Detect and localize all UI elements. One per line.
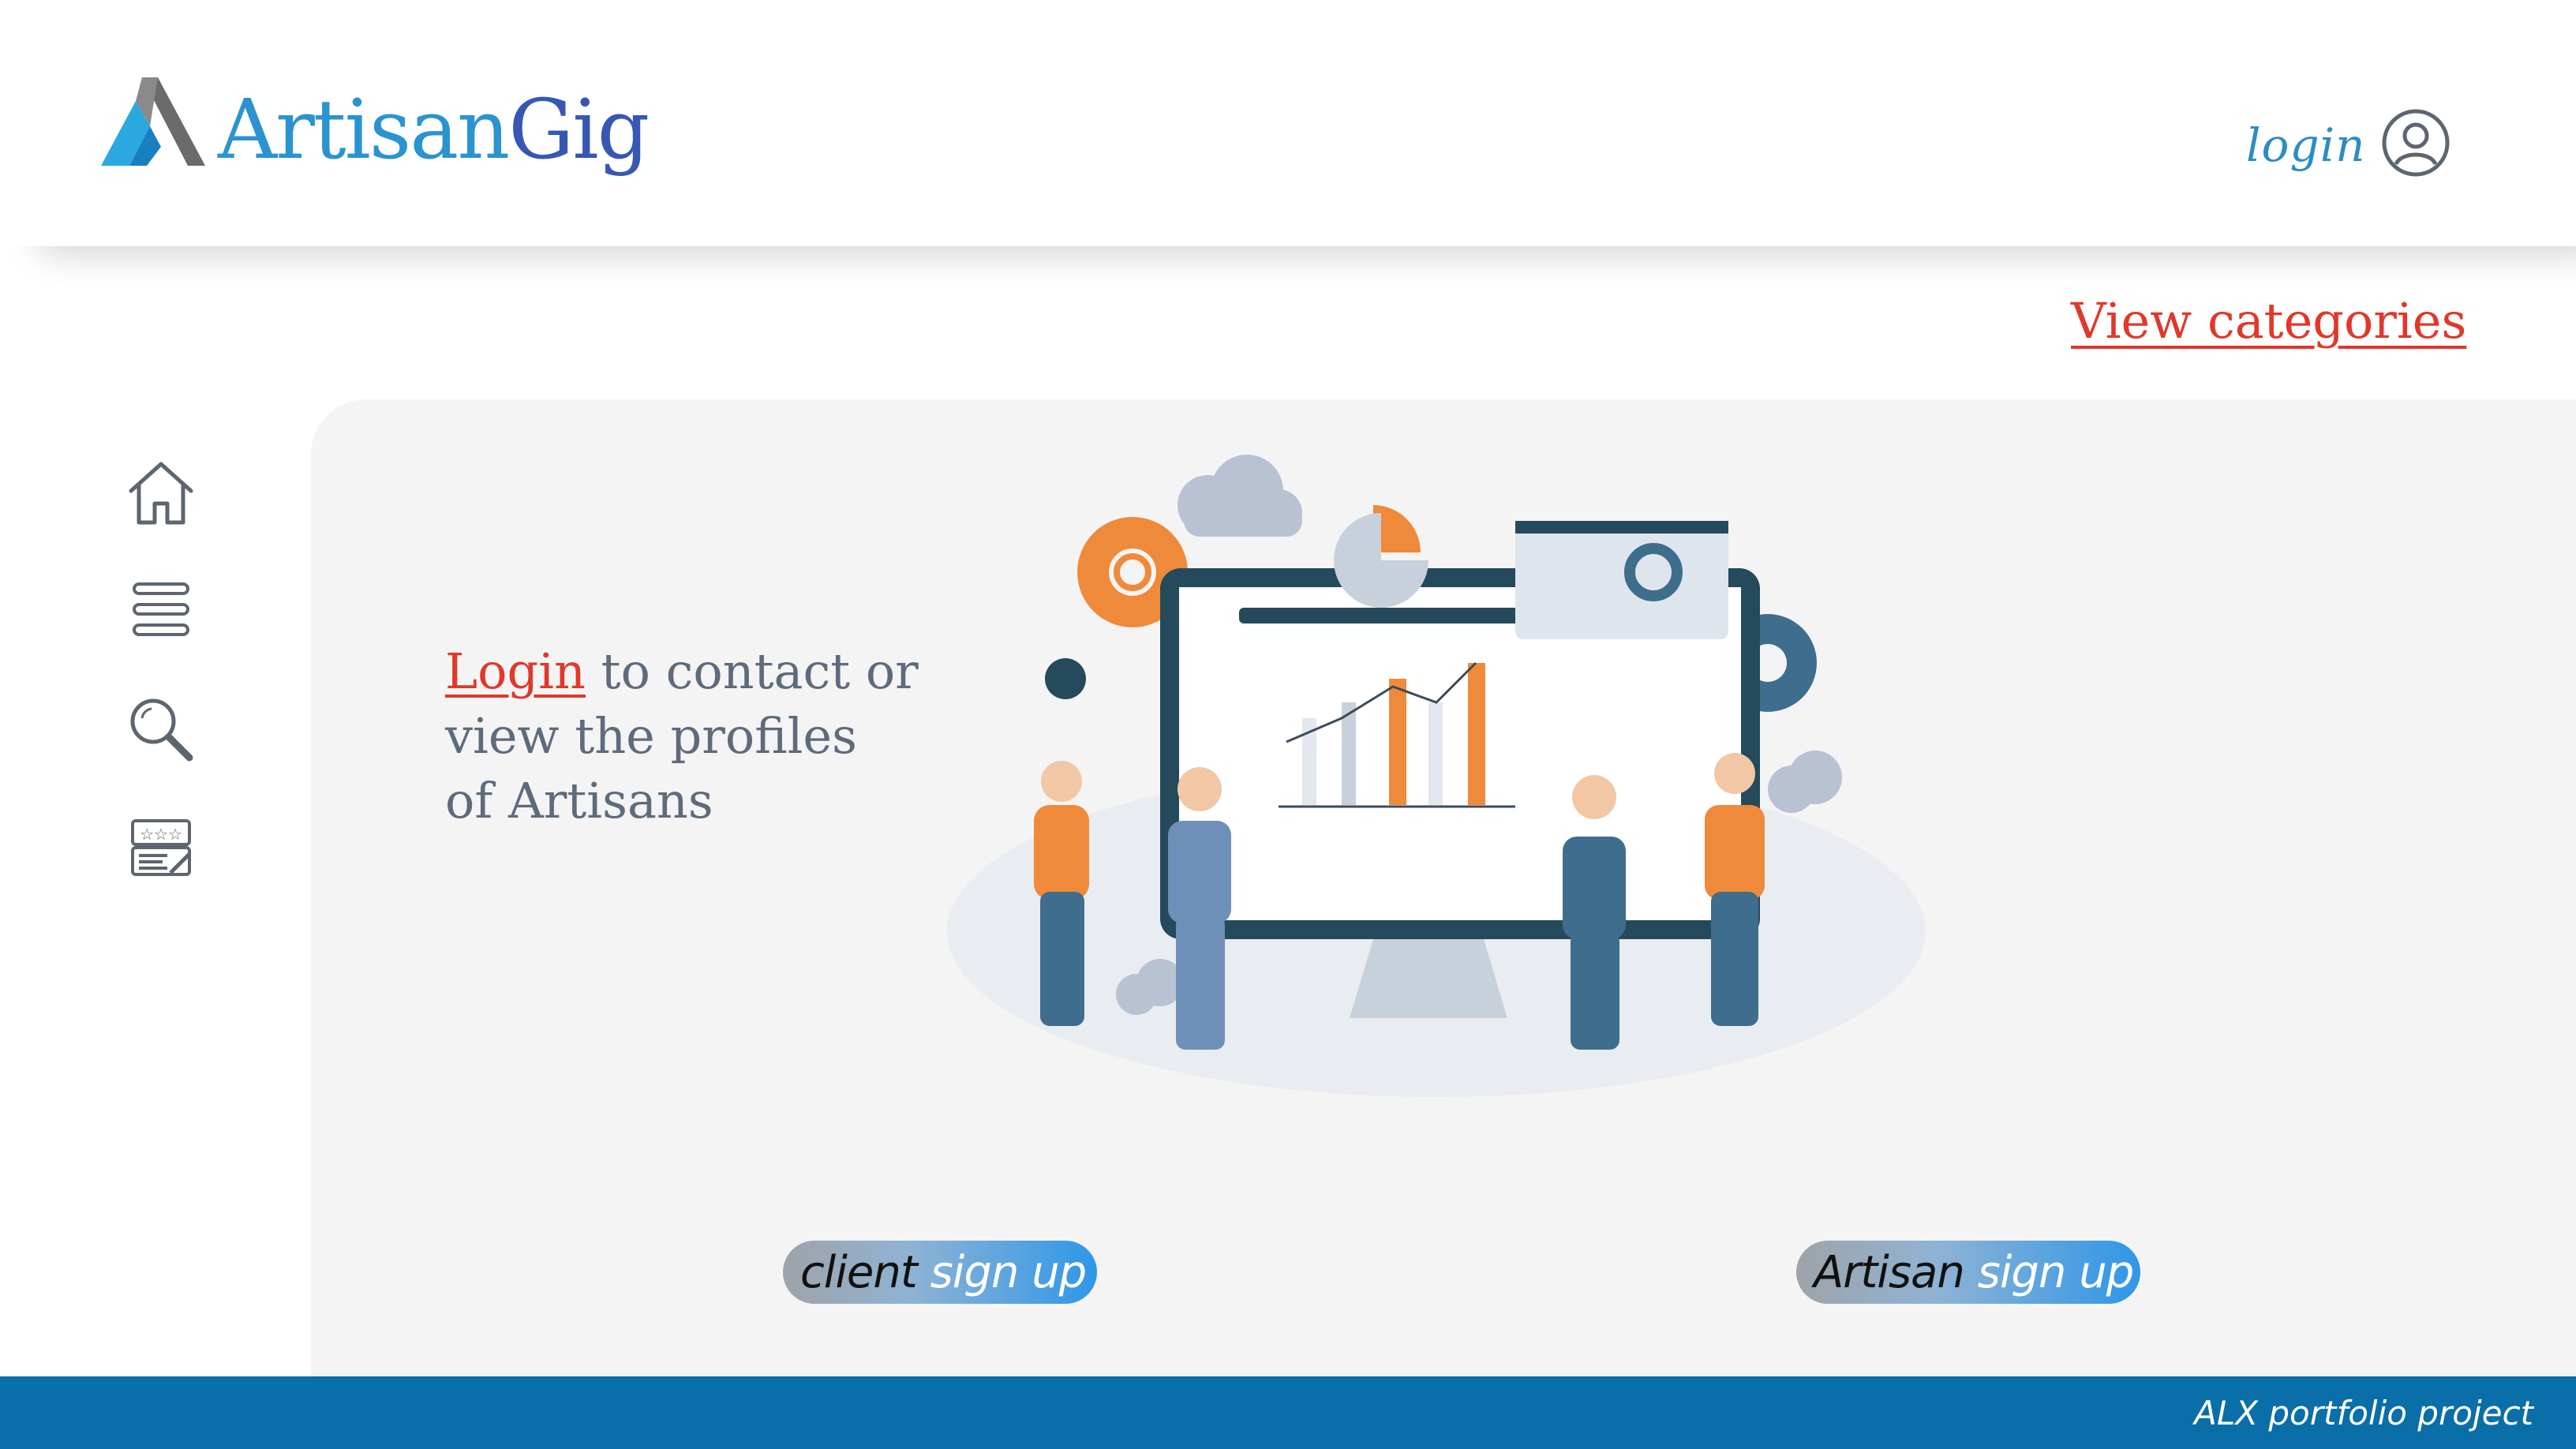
menu-icon[interactable]: [123, 571, 199, 647]
client-signup-label-b: sign up: [916, 1246, 1088, 1298]
brand-name-part1: Artisan: [218, 81, 510, 178]
team-presentation-illustration: [947, 455, 1926, 1097]
brand-name-part2: Gig: [508, 81, 650, 178]
artisangig-logo-icon[interactable]: [101, 77, 205, 172]
login-prompt: Login to contact or view the profiles of…: [445, 639, 919, 833]
svg-text:☆☆☆: ☆☆☆: [140, 825, 182, 844]
reviews-icon[interactable]: ☆☆☆: [123, 810, 199, 886]
client-signup-button[interactable]: client sign up: [783, 1241, 1097, 1304]
artisan-signup-label-b: sign up: [1964, 1246, 2135, 1298]
artisan-signup-button[interactable]: Artisan sign up: [1796, 1241, 2140, 1304]
footer-bar: ALX portfolio project: [0, 1376, 2576, 1449]
footer-text: ALX portfolio project: [2194, 1394, 2533, 1432]
brand-name[interactable]: ArtisanGig: [218, 88, 650, 170]
artisan-signup-label-a: Artisan: [1814, 1246, 1965, 1298]
home-icon[interactable]: [123, 456, 199, 532]
client-signup-label-a: client: [800, 1246, 918, 1298]
login-link[interactable]: Login: [445, 642, 586, 700]
header-login-link[interactable]: login: [2246, 118, 2366, 172]
top-header: ArtisanGig login: [0, 0, 2576, 246]
view-categories-link[interactable]: View categories: [2071, 292, 2466, 350]
user-account-icon[interactable]: [2380, 107, 2451, 178]
search-icon[interactable]: [123, 691, 199, 767]
